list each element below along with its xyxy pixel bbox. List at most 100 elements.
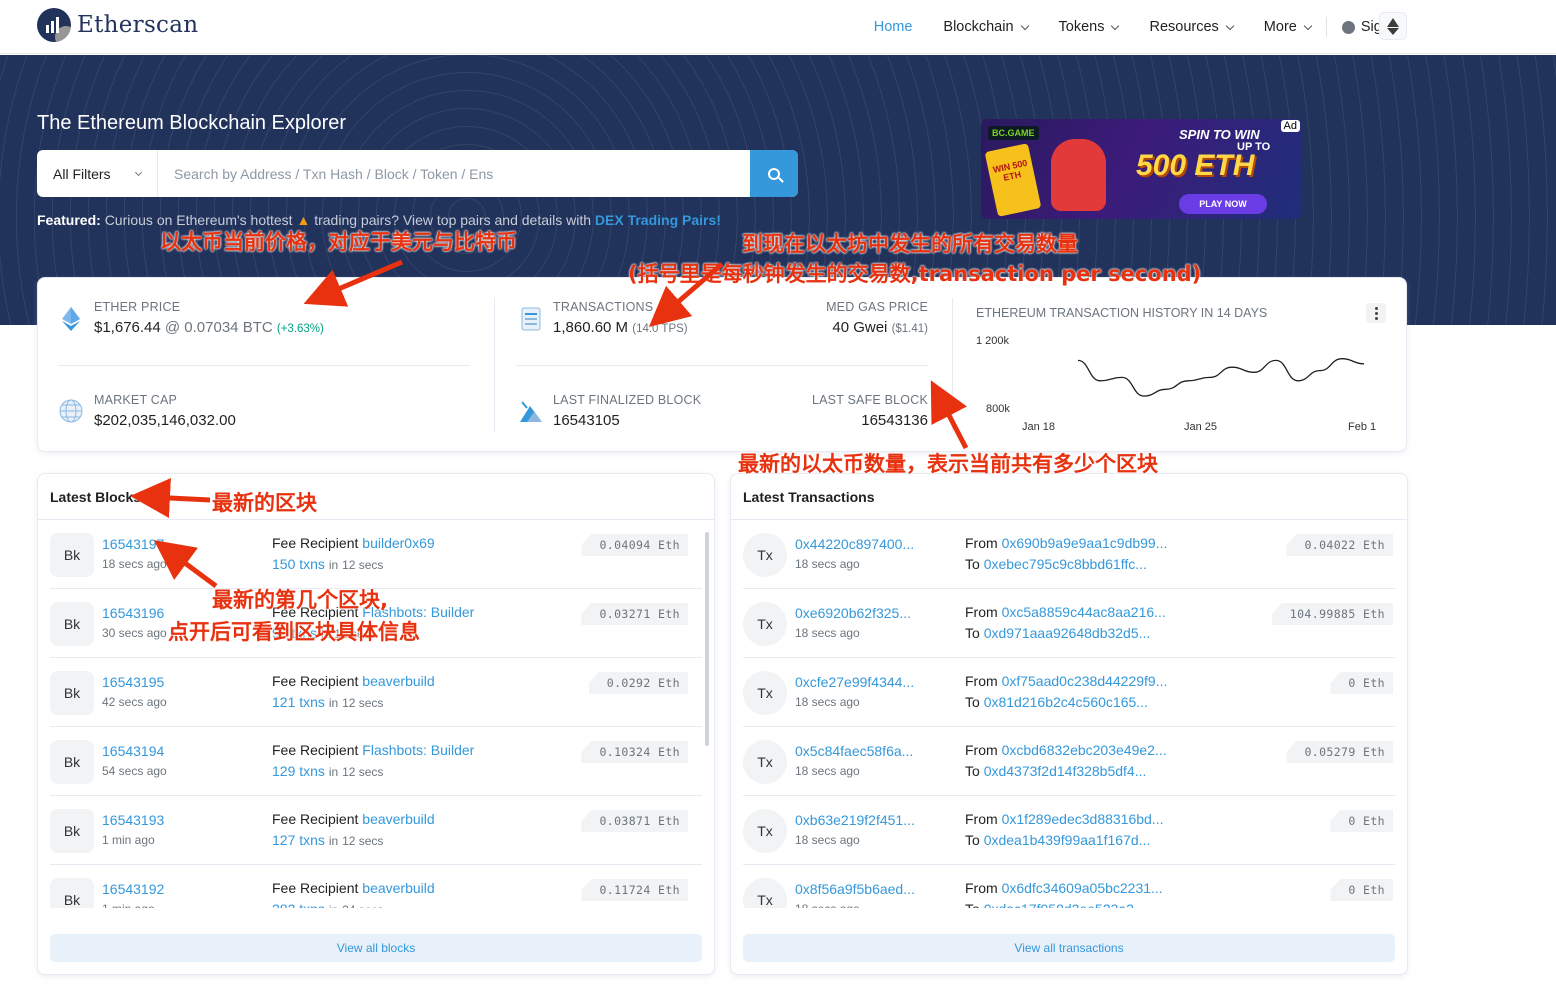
ether-price-stat: ETHER PRICE $1,676.44 @ 0.07034 BTC (+3.… bbox=[94, 300, 324, 336]
from-address-link[interactable]: 0xf75aad0c238d44229f9... bbox=[1002, 673, 1168, 689]
transaction-from: From 0xc5a8859c44ac8aa216... bbox=[965, 604, 1166, 620]
fee-recipient-link[interactable]: Flashbots: Builder bbox=[362, 742, 474, 758]
transaction-hash-link[interactable]: 0xe6920b62f325... bbox=[795, 605, 911, 621]
ad-badge: Ad bbox=[1280, 120, 1300, 132]
block-number-link[interactable]: 16543195 bbox=[102, 674, 164, 690]
block-row: Bk 16543193 1 min ago Fee Recipient beaverb… bbox=[50, 796, 702, 865]
block-txns-link[interactable]: 150 txns bbox=[272, 556, 325, 572]
block-reward-amount: 0.03871 Eth bbox=[581, 810, 688, 832]
fee-recipient-label: Fee Recipient bbox=[272, 535, 359, 551]
fee-recipient-link[interactable]: builder0x69 bbox=[362, 535, 434, 551]
block-number-link[interactable]: 16543197 bbox=[102, 536, 164, 552]
block-txns: 121 txns in 12 secs bbox=[272, 694, 383, 710]
fee-recipient-link[interactable]: beaverbuild bbox=[362, 880, 434, 896]
divider bbox=[494, 298, 495, 432]
transaction-hash-link[interactable]: 0x8f56a9f5b6aed... bbox=[795, 881, 915, 897]
to-address-link[interactable]: 0xebec795c9c8bbd61ffc... bbox=[984, 556, 1147, 572]
block-row: Bk 16543197 18 secs ago Fee Recipient build… bbox=[50, 520, 702, 589]
transaction-to: To 0xebec795c9c8bbd61ffc... bbox=[965, 556, 1147, 572]
nav-more[interactable]: More bbox=[1264, 19, 1313, 35]
divider bbox=[952, 298, 953, 432]
ether-price-value[interactable]: $1,676.44 @ 0.07034 BTC (+3.63%) bbox=[94, 319, 324, 336]
transaction-age: 18 secs ago bbox=[795, 902, 860, 908]
fee-recipient-link[interactable]: beaverbuild bbox=[362, 673, 434, 689]
transaction-from: From 0x1f289edec3d88316bd... bbox=[965, 811, 1164, 827]
block-number-link[interactable]: 16543193 bbox=[102, 812, 164, 828]
search-input[interactable] bbox=[158, 150, 750, 197]
to-address-link[interactable]: 0x81d216b2c4c560c165... bbox=[984, 694, 1148, 710]
block-time: 24 secs bbox=[342, 903, 383, 908]
scrollbar[interactable] bbox=[705, 532, 709, 746]
featured-label: Featured: bbox=[37, 212, 101, 228]
finalized-block-value[interactable]: 16543105 bbox=[553, 412, 701, 429]
network-switch-button[interactable] bbox=[1379, 12, 1407, 40]
fee-recipient: Fee Recipient beaverbuild bbox=[272, 673, 435, 689]
block-txns-link[interactable]: 127 txns bbox=[272, 832, 325, 848]
search-button[interactable] bbox=[750, 150, 798, 197]
to-address-link[interactable]: 0xd4373f2d14f328b5df4... bbox=[984, 763, 1147, 779]
block-age: 18 secs ago bbox=[102, 557, 167, 571]
ethereum-icon bbox=[62, 307, 80, 331]
fee-recipient-link[interactable]: beaverbuild bbox=[362, 811, 434, 827]
nav-resources-label: Resources bbox=[1149, 19, 1219, 35]
from-address-link[interactable]: 0x1f289edec3d88316bd... bbox=[1002, 811, 1164, 827]
transaction-hash-link[interactable]: 0x5c84faec58f6a... bbox=[795, 743, 913, 759]
transactions-value[interactable]: 1,860.60 M (14.0 TPS) bbox=[553, 319, 688, 336]
nav-blockchain[interactable]: Blockchain bbox=[943, 19, 1029, 35]
etherscan-logo[interactable]: Etherscan bbox=[37, 8, 198, 42]
chart-menu-button[interactable] bbox=[1366, 303, 1386, 323]
view-all-blocks-button[interactable]: View all blocks bbox=[50, 934, 702, 962]
nav-home[interactable]: Home bbox=[874, 19, 913, 35]
nav-tokens[interactable]: Tokens bbox=[1059, 19, 1120, 35]
block-mountain-icon bbox=[520, 401, 542, 422]
block-badge: Bk bbox=[50, 671, 94, 715]
top-navbar: Etherscan Home Blockchain Tokens Resourc… bbox=[0, 0, 1556, 54]
block-number-link[interactable]: 16543194 bbox=[102, 743, 164, 759]
dex-trading-pairs-link[interactable]: DEX Trading Pairs! bbox=[595, 212, 721, 228]
from-address-link[interactable]: 0x6dfc34609a05bc2231... bbox=[1002, 880, 1163, 896]
transaction-amount: 0 Eth bbox=[1330, 672, 1393, 694]
block-reward-amount: 0.04094 Eth bbox=[581, 534, 688, 556]
block-txns-link[interactable]: 129 txns bbox=[272, 763, 325, 779]
transactions-stat: TRANSACTIONS 1,860.60 M (14.0 TPS) bbox=[553, 300, 688, 336]
block-txns-link[interactable]: 282 txns bbox=[272, 901, 325, 908]
view-all-transactions-button[interactable]: View all transactions bbox=[743, 934, 1395, 962]
nav-resources[interactable]: Resources bbox=[1149, 19, 1235, 35]
block-number-link[interactable]: 16543192 bbox=[102, 881, 164, 897]
to-address-link[interactable]: 0xd971aaa92648db32d5... bbox=[984, 625, 1151, 641]
annotation-latest-block: 最新的以太币数量，表示当前共有多少个区块 bbox=[738, 452, 1158, 476]
in-label: in bbox=[328, 765, 339, 779]
transaction-hash-link[interactable]: 0xcfe27e99f4344... bbox=[795, 674, 914, 690]
in-label: in bbox=[329, 903, 338, 908]
transaction-age: 18 secs ago bbox=[795, 695, 860, 709]
gas-price-stat: MED GAS PRICE 40 Gwei ($1.41) bbox=[826, 300, 928, 336]
from-address-link[interactable]: 0xc5a8859c44ac8aa216... bbox=[1002, 604, 1166, 620]
gas-price-value[interactable]: 40 Gwei ($1.41) bbox=[826, 319, 928, 336]
transaction-history-chart[interactable]: 1 200k 800k Jan 18 Jan 25 Feb 1 bbox=[976, 330, 1396, 434]
block-number-link[interactable]: 16543196 bbox=[102, 605, 164, 621]
search-filter-dropdown[interactable]: All Filters bbox=[37, 150, 158, 197]
ad-headline: SPIN TO WIN bbox=[1179, 127, 1260, 142]
from-address-link[interactable]: 0xcbd6832ebc203e49e2... bbox=[1002, 742, 1167, 758]
block-badge: Bk bbox=[50, 533, 94, 577]
to-address-link[interactable]: 0xdea1b439f99aa1f167d... bbox=[984, 832, 1151, 848]
x-tick-label: Jan 18 bbox=[1022, 421, 1055, 433]
to-label: To bbox=[965, 625, 980, 641]
block-reward-amount: 0.11724 Eth bbox=[581, 879, 688, 901]
block-time: 12 secs bbox=[342, 834, 384, 848]
nav-divider bbox=[1325, 17, 1327, 37]
to-address-link[interactable]: 0xdac17f958d2ee523a2... bbox=[984, 901, 1146, 908]
x-tick-label: Feb 1 bbox=[1348, 421, 1376, 433]
transaction-hash-link[interactable]: 0x44220c897400... bbox=[795, 536, 914, 552]
transaction-amount: 0.05279 Eth bbox=[1286, 741, 1393, 763]
block-badge: Bk bbox=[50, 878, 94, 908]
block-txns-link[interactable]: 121 txns bbox=[272, 694, 325, 710]
ad-play-button[interactable]: PLAY NOW bbox=[1179, 194, 1267, 214]
safe-block-value[interactable]: 16543136 bbox=[812, 412, 928, 429]
in-label: in bbox=[328, 558, 339, 572]
block-txns: 127 txns in 12 secs bbox=[272, 832, 383, 848]
transaction-hash-link[interactable]: 0xb63e219f2f451... bbox=[795, 812, 915, 828]
from-address-link[interactable]: 0x690b9a9e9aa1c9db99... bbox=[1002, 535, 1168, 551]
advertisement-banner[interactable]: BC.GAME WIN 500 ETH SPIN TO WIN UP TO 50… bbox=[981, 119, 1302, 219]
latest-transactions-list: Tx 0x44220c897400... 18 secs ago From 0x690… bbox=[731, 520, 1407, 908]
